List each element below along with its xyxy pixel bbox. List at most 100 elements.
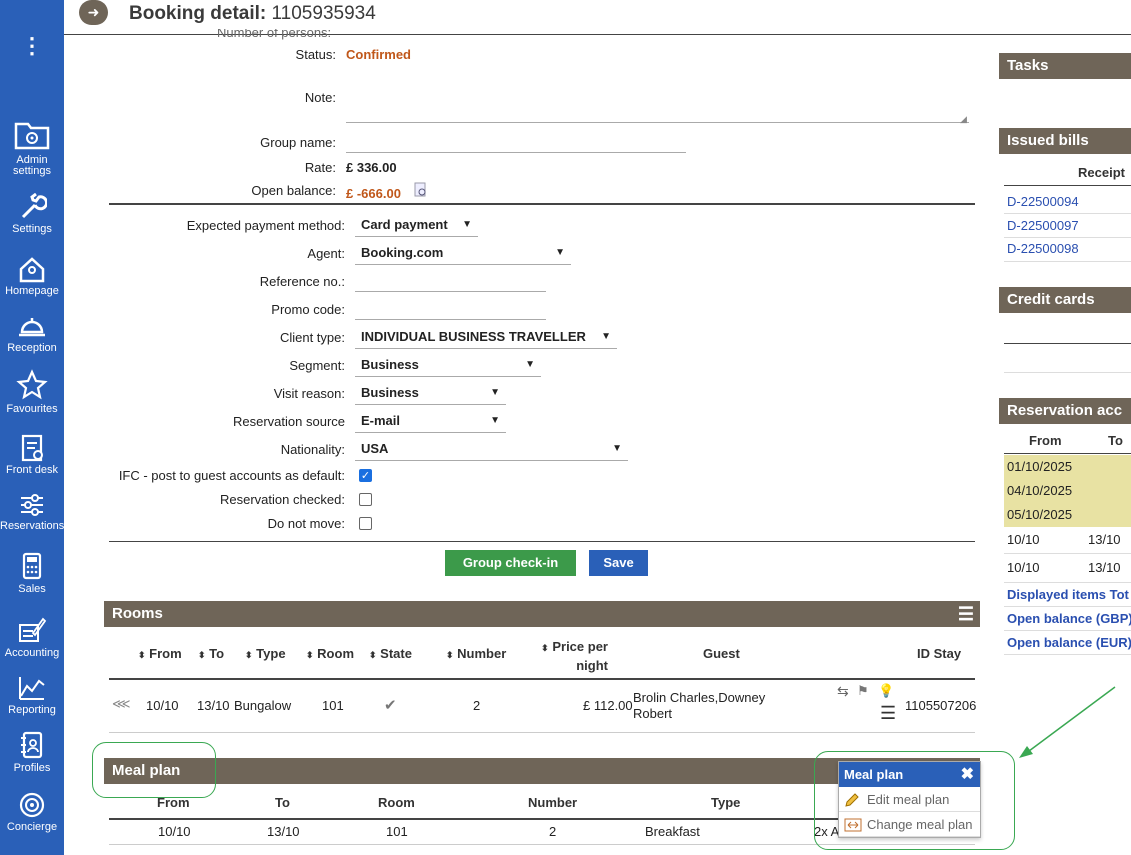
hamburger-menu-icon[interactable]: ☰ bbox=[958, 601, 974, 627]
bill-link[interactable]: D-22500094 bbox=[1007, 194, 1079, 209]
network-icon[interactable]: ⋘ bbox=[112, 696, 131, 712]
nationality-select[interactable]: USA ▼ bbox=[355, 439, 628, 461]
meal-cell-to: 13/10 bbox=[267, 824, 300, 839]
col-to[interactable]: ⬍ To bbox=[198, 646, 224, 661]
page-title-label: Booking detail: bbox=[129, 3, 267, 24]
reference-label: Reference no.: bbox=[259, 274, 345, 289]
chart-icon bbox=[19, 677, 45, 700]
segment-value: Business bbox=[361, 357, 419, 372]
sidebar-item-settings[interactable]: Settings bbox=[0, 193, 64, 235]
col-id-stay: ID Stay bbox=[917, 646, 962, 661]
meal-cell-number: 2 bbox=[549, 824, 557, 839]
agent-select[interactable]: Booking.com ▼ bbox=[355, 243, 571, 265]
displayed-items-label: Displayed items Tot bbox=[1007, 587, 1129, 602]
cell-number: 2 bbox=[473, 698, 481, 713]
divider bbox=[109, 678, 975, 680]
segment-label: Segment: bbox=[289, 358, 345, 373]
sidebar-label: Settings bbox=[12, 223, 52, 235]
bill-link[interactable]: D-22500097 bbox=[1007, 218, 1079, 233]
checkmark-icon: ✔ bbox=[384, 697, 397, 714]
sidebar-label: Accounting bbox=[4, 647, 60, 659]
reference-input[interactable] bbox=[355, 274, 546, 292]
col-price[interactable]: ⬍ Price per night bbox=[540, 638, 608, 674]
divider bbox=[1004, 185, 1131, 186]
col-state[interactable]: ⬍ State bbox=[369, 646, 412, 661]
cell-room: 101 bbox=[322, 698, 344, 713]
chevron-down-icon: ▼ bbox=[462, 219, 472, 230]
chevron-down-icon: ▼ bbox=[555, 247, 565, 258]
acc-from: 10/10 bbox=[1007, 560, 1040, 575]
divider bbox=[1004, 453, 1131, 454]
save-button[interactable]: Save bbox=[589, 550, 648, 576]
acc-date[interactable]: 04/10/2025 bbox=[1007, 483, 1072, 498]
sidebar-item-favourites[interactable]: Favourites bbox=[0, 369, 64, 415]
acc-date[interactable]: 01/10/2025 bbox=[1007, 459, 1072, 474]
sidebar-label: Profiles bbox=[13, 762, 51, 774]
group-checkin-button[interactable]: Group check-in bbox=[445, 550, 576, 576]
cell-price: £ 112.00 bbox=[583, 698, 633, 713]
flag-icon[interactable]: ⚑ bbox=[857, 683, 869, 699]
sidebar-item-accounting[interactable]: Accounting bbox=[0, 615, 64, 659]
divider bbox=[109, 732, 975, 733]
swap-icon[interactable]: ⇆ bbox=[837, 683, 849, 700]
annotation-highlight bbox=[92, 742, 216, 798]
document-search-icon[interactable] bbox=[414, 182, 428, 201]
col-number[interactable]: ⬍ Number bbox=[446, 646, 506, 661]
sidebar-item-admin-settings[interactable]: Admin settings bbox=[0, 118, 64, 177]
nationality-label: Nationality: bbox=[280, 442, 345, 457]
row-menu-icon[interactable]: ☰ bbox=[880, 703, 896, 724]
divider bbox=[1004, 343, 1131, 344]
page-title: Booking detail: 1105935934 bbox=[129, 3, 376, 25]
sidebar-label: Sales bbox=[18, 583, 46, 595]
meal-cell-room: 101 bbox=[386, 824, 408, 839]
sidebar-item-sales[interactable]: Sales bbox=[0, 551, 64, 595]
rate-value: £ 336.00 bbox=[346, 160, 397, 175]
divider bbox=[1004, 553, 1131, 554]
ifc-label: IFC - post to guest accounts as default: bbox=[118, 468, 345, 483]
acc-date[interactable]: 05/10/2025 bbox=[1007, 507, 1072, 522]
cell-guest: Brolin Charles,Downey Robert bbox=[633, 690, 766, 721]
concierge-icon bbox=[19, 792, 45, 818]
group-name-input[interactable] bbox=[346, 135, 686, 153]
reservation-accounts-header[interactable]: Reservation acc bbox=[999, 398, 1131, 424]
chevron-down-icon: ▼ bbox=[525, 359, 535, 370]
client-type-select[interactable]: INDIVIDUAL BUSINESS TRAVELLER ▼ bbox=[355, 327, 617, 349]
sidebar-label: Concierge bbox=[6, 821, 58, 833]
col-room[interactable]: ⬍ Room bbox=[306, 646, 354, 661]
sidebar-item-reporting[interactable]: Reporting bbox=[0, 674, 64, 716]
more-menu-icon[interactable]: ⋮ bbox=[0, 32, 64, 60]
rate-label: Rate: bbox=[304, 160, 336, 175]
issued-bills-header[interactable]: Issued bills bbox=[999, 128, 1131, 154]
payment-label: Expected payment method: bbox=[186, 218, 345, 233]
visit-reason-select[interactable]: Business ▼ bbox=[355, 383, 506, 405]
open-balance-eur-label: Open balance (EUR) bbox=[1007, 635, 1131, 650]
sidebar-label: Front desk bbox=[6, 464, 58, 476]
payment-select[interactable]: Card payment ▼ bbox=[355, 215, 478, 237]
sidebar-label: Reception bbox=[7, 342, 57, 354]
reservation-source-select[interactable]: E-mail ▼ bbox=[355, 411, 506, 433]
arrow-right-icon[interactable]: ➜ bbox=[79, 0, 108, 25]
do-not-move-checkbox[interactable] bbox=[359, 517, 372, 530]
resize-handle-icon[interactable]: ◢ bbox=[960, 114, 967, 125]
promo-input[interactable] bbox=[355, 302, 546, 320]
sidebar-item-homepage[interactable]: Homepage bbox=[0, 255, 64, 297]
sidebar-item-concierge[interactable]: Concierge bbox=[0, 791, 64, 833]
sidebar-item-reception[interactable]: Reception bbox=[0, 312, 64, 354]
lightbulb-icon[interactable]: 💡 bbox=[878, 683, 894, 699]
note-textarea[interactable] bbox=[346, 93, 969, 123]
sidebar-item-reservations[interactable]: Reservations bbox=[0, 492, 64, 532]
sidebar-label: Reporting bbox=[8, 704, 56, 716]
sidebar-item-front-desk[interactable]: Front desk bbox=[0, 432, 64, 476]
sidebar-item-profiles[interactable]: Profiles bbox=[0, 730, 64, 774]
segment-select[interactable]: Business ▼ bbox=[355, 355, 541, 377]
tasks-header[interactable]: Tasks bbox=[999, 53, 1131, 79]
col-type[interactable]: ⬍ Type bbox=[245, 646, 286, 661]
acc-to: 13/10 bbox=[1088, 532, 1121, 547]
bill-link[interactable]: D-22500098 bbox=[1007, 241, 1079, 256]
ifc-checkbox[interactable]: ✓ bbox=[359, 469, 372, 482]
open-balance-label: Open balance: bbox=[251, 183, 336, 198]
reservation-checked-checkbox[interactable] bbox=[359, 493, 372, 506]
status-value: Confirmed bbox=[346, 47, 411, 62]
credit-cards-header[interactable]: Credit cards bbox=[999, 287, 1131, 313]
col-from[interactable]: ⬍ From bbox=[138, 646, 182, 661]
